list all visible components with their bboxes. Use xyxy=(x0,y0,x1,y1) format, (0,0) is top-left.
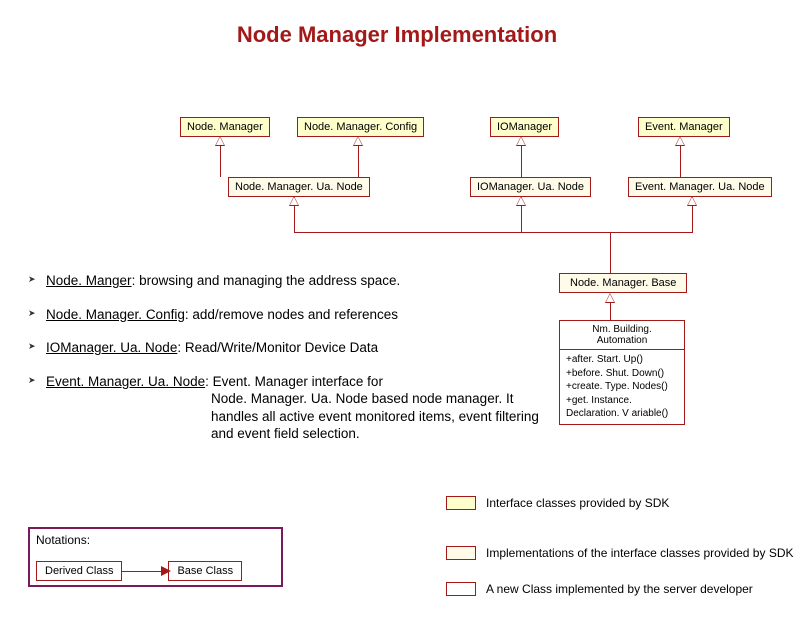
bullet-desc: : browsing and managing the address spac… xyxy=(132,273,401,288)
swatch-yellow xyxy=(446,496,476,510)
connector xyxy=(610,232,611,273)
bullet-item: Node. Manager. Config: add/remove nodes … xyxy=(28,306,558,324)
class-method: +after. Start. Up() xyxy=(566,353,678,367)
notations-title: Notations: xyxy=(36,533,275,547)
bullet-list: Node. Manger: browsing and managing the … xyxy=(28,272,558,459)
class-methods: +after. Start. Up() +before. Shut. Down(… xyxy=(560,350,684,424)
arrowhead-icon xyxy=(216,137,224,145)
connector xyxy=(122,571,168,572)
box-io-manager: IOManager xyxy=(490,117,559,137)
class-method: +get. Instance. Declaration. V ariable() xyxy=(566,394,678,421)
arrowhead-icon xyxy=(162,567,170,575)
notations-box: Notations: Derived Class Base Class xyxy=(28,527,283,587)
legend-text: A new Class implemented by the server de… xyxy=(486,582,753,596)
connector xyxy=(680,145,681,177)
derived-class-box: Derived Class xyxy=(36,561,122,581)
box-node-manager-ua-node: Node. Manager. Ua. Node xyxy=(228,177,370,197)
box-io-manager-ua-node: IOManager. Ua. Node xyxy=(470,177,591,197)
swatch-cream xyxy=(446,546,476,560)
connector xyxy=(358,145,359,177)
arrowhead-icon xyxy=(517,197,525,205)
class-method: +create. Type. Nodes() xyxy=(566,380,678,394)
box-node-manager: Node. Manager xyxy=(180,117,270,137)
class-nm-building-automation: Nm. Building. Automation +after. Start. … xyxy=(559,320,685,425)
class-title: Nm. Building. Automation xyxy=(560,321,684,350)
swatch-white xyxy=(446,582,476,596)
box-event-manager-ua-node: Event. Manager. Ua. Node xyxy=(628,177,772,197)
legend-text: Implementations of the interface classes… xyxy=(486,546,794,560)
base-class-box: Base Class xyxy=(168,561,242,581)
box-node-manager-config: Node. Manager. Config xyxy=(297,117,424,137)
box-node-manager-base: Node. Manager. Base xyxy=(559,273,687,293)
legend-row: A new Class implemented by the server de… xyxy=(446,582,753,596)
bullet-label: Node. Manager. Config xyxy=(46,307,185,322)
arrowhead-icon xyxy=(606,294,614,302)
bullet-desc-extended: Node. Manager. Ua. Node based node manag… xyxy=(46,390,558,443)
connector xyxy=(521,145,522,177)
connector xyxy=(294,232,693,233)
bullet-item: Event. Manager. Ua. Node: Event. Manager… xyxy=(28,373,558,443)
bullet-desc: : Read/Write/Monitor Device Data xyxy=(177,340,378,355)
box-event-manager: Event. Manager xyxy=(638,117,730,137)
arrowhead-icon xyxy=(676,137,684,145)
bullet-desc: : add/remove nodes and references xyxy=(185,307,398,322)
bullet-desc: : Event. Manager interface for xyxy=(205,374,383,389)
bullet-label: IOManager. Ua. Node xyxy=(46,340,177,355)
bullet-item: IOManager. Ua. Node: Read/Write/Monitor … xyxy=(28,339,558,357)
arrowhead-icon xyxy=(688,197,696,205)
legend-row: Interface classes provided by SDK xyxy=(446,496,669,510)
legend-row: Implementations of the interface classes… xyxy=(446,546,794,560)
arrowhead-icon xyxy=(354,137,362,145)
class-method: +before. Shut. Down() xyxy=(566,367,678,381)
bullet-item: Node. Manger: browsing and managing the … xyxy=(28,272,558,290)
connector xyxy=(220,145,221,177)
arrowhead-icon xyxy=(290,197,298,205)
legend-text: Interface classes provided by SDK xyxy=(486,496,669,510)
arrowhead-icon xyxy=(517,137,525,145)
bullet-label: Node. Manger xyxy=(46,273,132,288)
connector xyxy=(610,302,611,320)
bullet-label: Event. Manager. Ua. Node xyxy=(46,374,205,389)
